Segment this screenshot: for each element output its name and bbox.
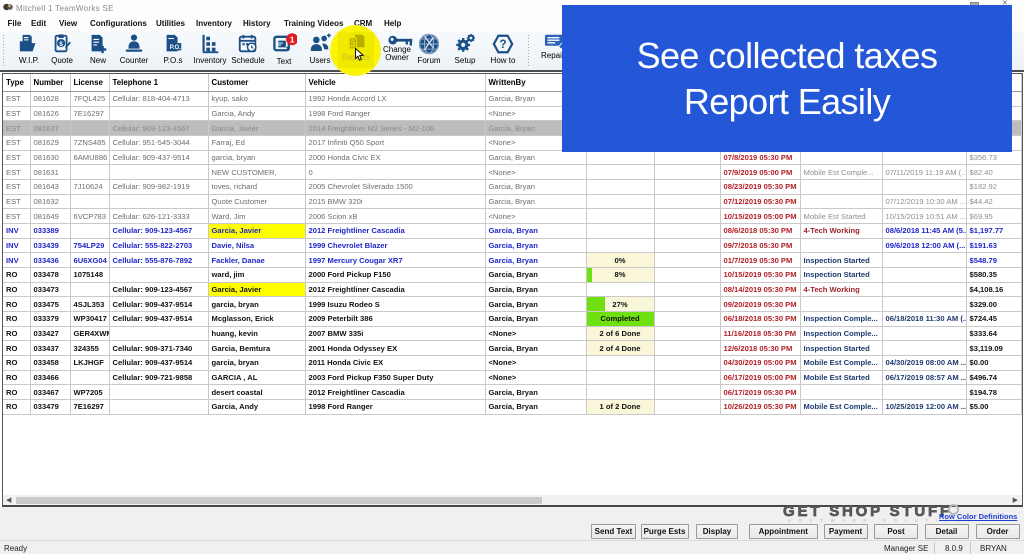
svg-text:1: 1 bbox=[290, 34, 295, 44]
svg-text:?: ? bbox=[499, 37, 506, 51]
svg-text:$: $ bbox=[59, 40, 63, 47]
svg-text:P.O.: P.O. bbox=[170, 45, 181, 51]
